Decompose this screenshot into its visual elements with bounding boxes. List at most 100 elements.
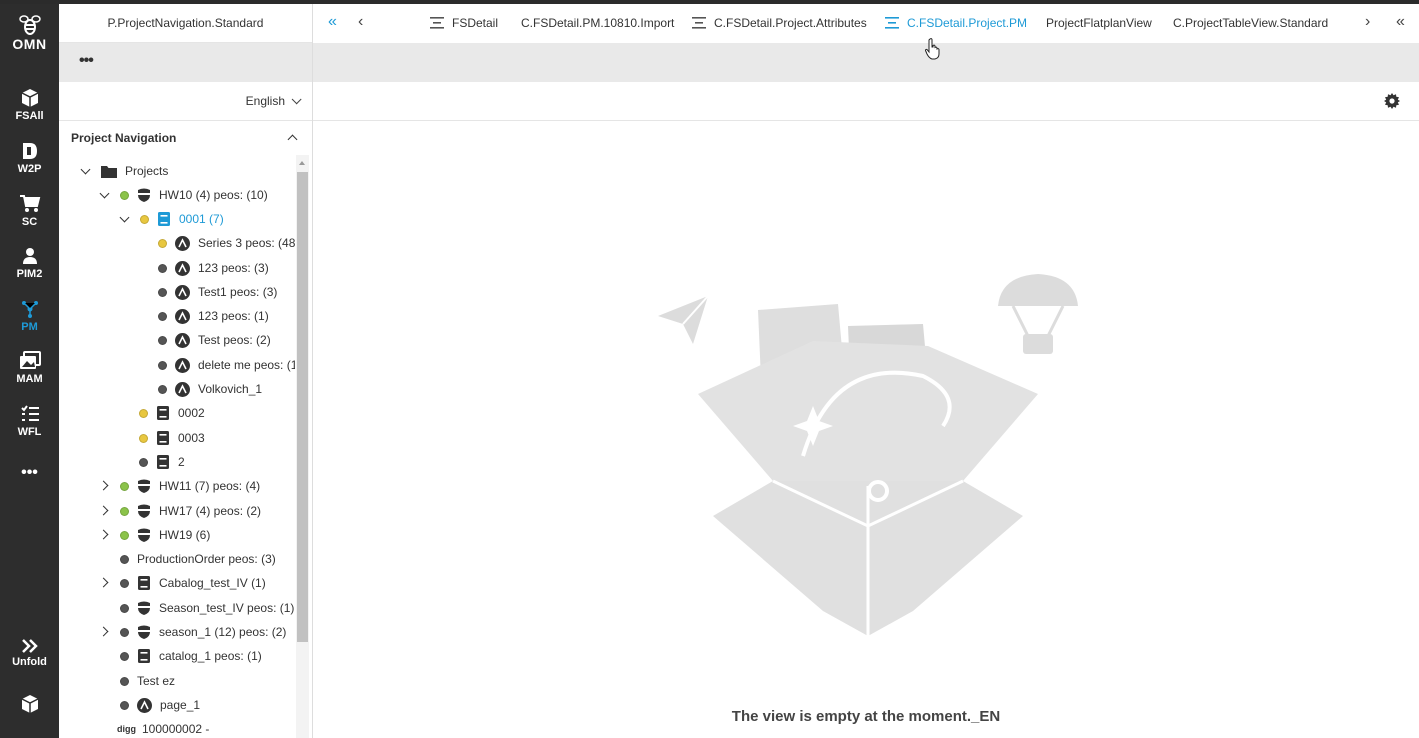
page-a-icon [175, 260, 190, 276]
bee-logo-icon [18, 15, 41, 35]
tree-node[interactable]: page_1 [120, 694, 200, 716]
language-select[interactable]: English [246, 94, 302, 108]
cube-icon [21, 89, 38, 107]
expand-toggle-icon[interactable] [100, 578, 110, 588]
catalog-book-icon [138, 576, 150, 590]
tab-label: C.FSDetail.PM.10810.Import [521, 16, 675, 30]
catalog-book-icon [157, 455, 169, 469]
status-dot [158, 263, 167, 273]
tree-node-label: 123 peos: (1) [198, 309, 269, 323]
tree-node[interactable]: Test1 peos: (3) [158, 281, 277, 303]
season-shield-icon [138, 479, 150, 493]
tab-fsdetail-pm-import[interactable]: C.FSDetail.PM.10810.Import [521, 16, 674, 30]
tree-node-label: Volkovich_1 [198, 382, 263, 396]
tab-fsdetail[interactable]: FSDetail [430, 16, 498, 30]
expand-toggle-icon[interactable] [81, 166, 91, 176]
rail-more-button[interactable]: ••• [0, 464, 59, 488]
tree-node-selected[interactable]: 0001 (7) [120, 208, 224, 230]
app-rail: OMN FSAll W2P SC PIM2 PM MAM WFL ••• Unf… [0, 4, 59, 738]
tabs-last-button[interactable]: « [1396, 13, 1405, 31]
tab-label: C.FSDetail.Project.Attributes [714, 16, 867, 30]
tree-node-projects[interactable]: Projects [81, 160, 168, 182]
catalog-book-icon [138, 649, 150, 663]
expand-toggle-icon[interactable] [100, 627, 110, 637]
folder-icon [101, 165, 117, 178]
tree-node[interactable]: HW10 (4) peos: (10) [100, 184, 268, 206]
tree-node-label: delete me peos: (1) [198, 358, 295, 372]
unfold-label: Unfold [12, 656, 47, 668]
tree-node[interactable]: Test peos: (2) [158, 329, 271, 351]
empty-state-illustration [658, 274, 1078, 636]
tab-label: FSDetail [452, 16, 499, 30]
main-panel: « ‹ FSDetail C.FSDetail.PM.10810.Import … [313, 4, 1419, 738]
tab-table-view[interactable]: C.ProjectTableView.Standard [1173, 16, 1328, 30]
tree-node-label: Projects [125, 164, 169, 178]
tab-project-attributes[interactable]: C.FSDetail.Project.Attributes [692, 16, 867, 30]
rail-item-label: WFL [17, 426, 42, 438]
rail-item-label: PM [21, 321, 38, 333]
page-a-icon [175, 381, 190, 397]
tree-node-label: Test1 peos: (3) [198, 285, 278, 299]
project-sidebar: P.ProjectNavigation.Standard ••• English… [59, 4, 313, 738]
rail-item-pm[interactable]: PM [0, 299, 59, 347]
tree-node[interactable]: season_1 (12) peos: (2) [100, 621, 286, 643]
tree-node[interactable]: HW17 (4) peos: (2) [100, 500, 261, 522]
tree-scrollbar[interactable] [296, 155, 309, 738]
sidebar-title: P.ProjectNavigation.Standard [59, 4, 312, 43]
tree-node[interactable]: 0002 [139, 402, 205, 424]
status-dot [120, 554, 129, 564]
tree-node[interactable]: HW11 (7) peos: (4) [100, 475, 260, 497]
tree-node[interactable]: 123 peos: (3) [158, 257, 269, 279]
rail-item-w2p[interactable]: W2P [0, 141, 59, 189]
rail-item-mam[interactable]: MAM [0, 351, 59, 399]
rail-item-wfl[interactable]: WFL [0, 404, 59, 452]
tree-node-label: Cabalog_test_IV (1) [159, 576, 266, 590]
tree-node[interactable]: HW19 (6) [100, 524, 210, 546]
rail-item-fsall[interactable]: FSAll [0, 88, 59, 136]
gear-icon[interactable] [1384, 93, 1400, 109]
tree-node[interactable]: Series 3 peos: (48) [158, 232, 295, 254]
tree-node[interactable]: Volkovich_1 [158, 378, 262, 400]
scrollbar-thumb[interactable] [297, 172, 308, 642]
status-dot [158, 335, 167, 345]
tree-node[interactable]: digg 100000002 - [117, 718, 209, 738]
main-toolbar-band [313, 43, 1419, 82]
scroll-up-arrow-icon[interactable] [299, 161, 305, 165]
catalog-book-icon [158, 212, 170, 226]
app-logo[interactable]: OMN [0, 14, 59, 52]
expand-toggle-icon[interactable] [100, 506, 110, 516]
tree-node[interactable]: 2 [139, 451, 185, 473]
tree-node[interactable]: 123 peos: (1) [158, 305, 269, 327]
expand-toggle-icon[interactable] [120, 214, 130, 224]
tree-node[interactable]: ProductionOrder peos: (3) [120, 548, 276, 570]
tree-node[interactable]: Test ez [120, 670, 175, 692]
page-a-icon [175, 332, 190, 348]
tree-node[interactable]: 0003 [139, 427, 205, 449]
tree-node-label: 0002 [178, 406, 205, 420]
expand-toggle-icon[interactable] [100, 481, 110, 491]
expand-toggle-icon[interactable] [100, 530, 110, 540]
tab-label: ProjectFlatplanView [1046, 16, 1152, 30]
tree-node-label: catalog_1 peos: (1) [159, 649, 262, 663]
tab-flatplan-view[interactable]: ProjectFlatplanView [1046, 16, 1152, 30]
rail-bottom-cube[interactable] [0, 694, 59, 738]
tabs-first-button[interactable]: « [328, 13, 337, 31]
unfold-button[interactable]: Unfold [0, 638, 59, 686]
rail-item-pim2[interactable]: PIM2 [0, 246, 59, 294]
collapse-chevron-icon[interactable] [287, 134, 298, 145]
catalog-book-icon [157, 406, 169, 420]
tree-node[interactable]: Cabalog_test_IV (1) [100, 572, 266, 594]
status-dot [120, 506, 129, 516]
tree-node[interactable]: Season_test_IV peos: (1) [120, 597, 294, 619]
sidebar-more-button[interactable]: ••• [79, 52, 94, 70]
expand-toggle-icon[interactable] [100, 190, 110, 200]
tree-node[interactable]: catalog_1 peos: (1) [120, 645, 262, 667]
rail-item-sc[interactable]: SC [0, 194, 59, 242]
tabs-prev-button[interactable]: ‹ [358, 13, 363, 31]
page-a-icon [175, 235, 190, 251]
rail-item-label: W2P [17, 163, 42, 175]
tree-node[interactable]: delete me peos: (1) [158, 354, 295, 376]
tab-project-pm[interactable]: C.FSDetail.Project.PM [885, 16, 1027, 30]
tabs-next-button[interactable]: › [1365, 13, 1370, 31]
tab-bar: « ‹ FSDetail C.FSDetail.PM.10810.Import … [313, 4, 1419, 43]
